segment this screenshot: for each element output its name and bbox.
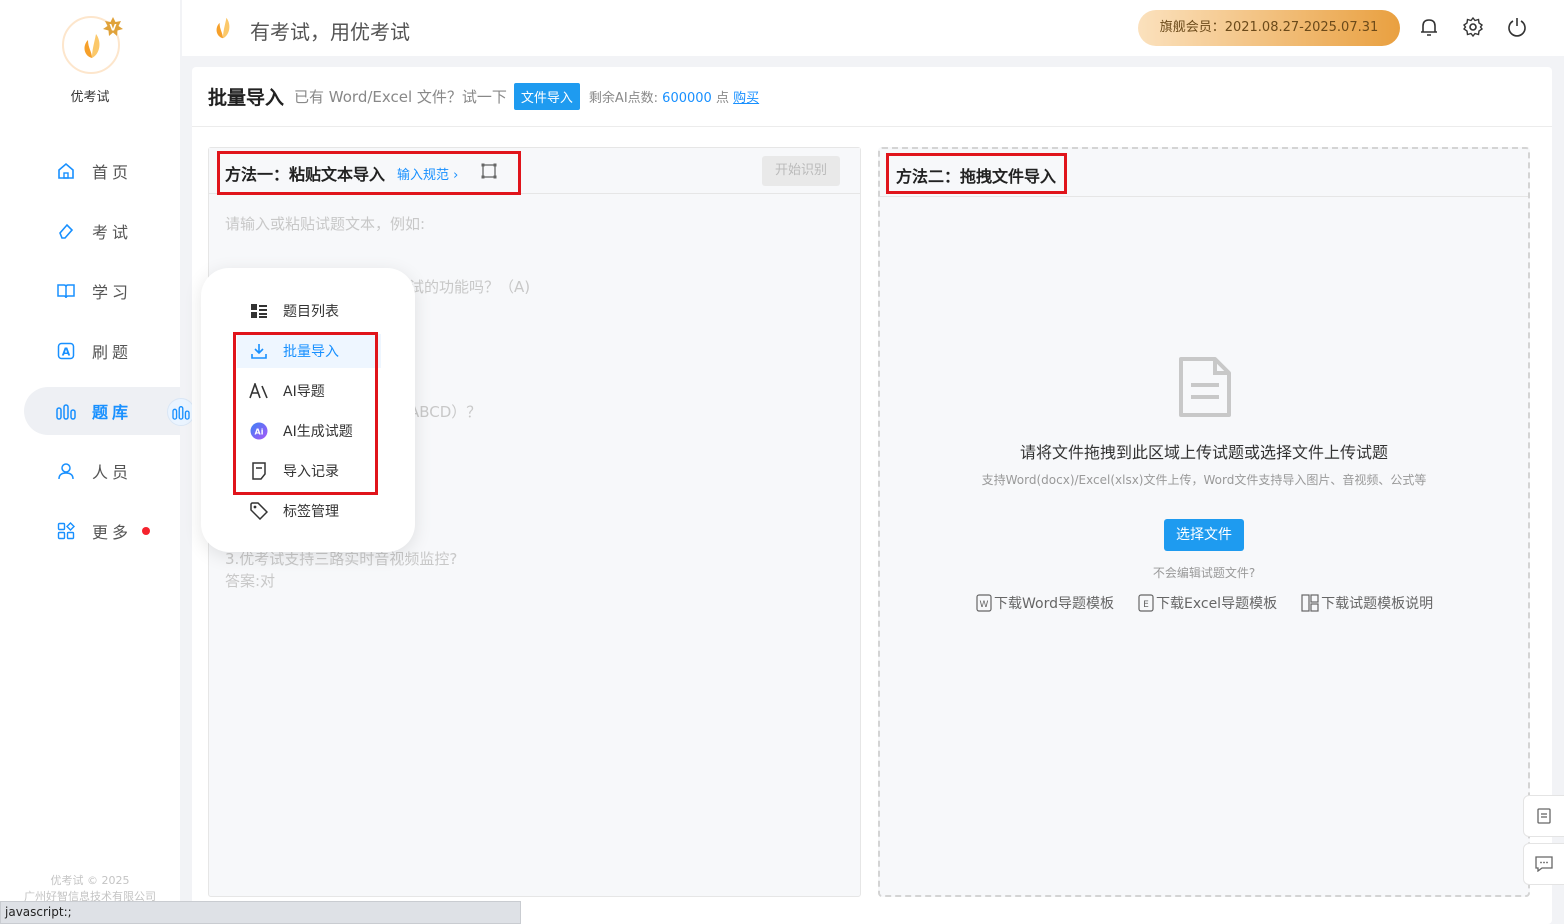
svg-text:A: A [62,346,71,359]
sidebar-item-label: 学习 [92,283,133,302]
sidebar-item-label: 刷题 [92,343,133,362]
supported-formats: 支持Word(docx)/Excel(xlsx)文件上传，Word文件支持导入图… [981,473,1427,487]
placeholder-line: ABCD）？ [409,403,482,421]
page-title: 批量导入 [208,87,285,109]
notification-dot [142,527,151,535]
help-text: 不会编辑试题文件? [1152,566,1256,580]
drop-instruction: 请将文件拖拽到此区域上传试题或选择文件上传试题 [1019,443,1388,462]
svg-text:V: V [110,24,117,34]
sidebar-item-more[interactable]: 更多 [24,507,180,555]
leaf-logo-icon [84,34,100,58]
leaf-logo-icon [216,17,230,39]
bar-chart-icon [56,401,76,421]
letter-a-icon: A [56,341,76,361]
apps-icon [56,521,76,541]
ai-points-label: 剩余AI点数: [588,91,659,106]
ai-points-unit: 点 [715,91,729,106]
sidebar-item-label: 更多 [92,523,133,542]
layout-icon [1301,594,1319,612]
sidebar-item-label: 题库 [92,403,133,422]
chat-icon [1535,856,1553,872]
sidebar-item-exam[interactable]: 考试 [24,207,180,255]
feedback-button[interactable] [1523,795,1564,837]
membership-badge[interactable]: 旗舰会员：2021.08.27-2025.07.31 [1138,10,1400,46]
document-icon [1537,808,1551,824]
highlight-method1 [217,151,521,195]
sidebar-item-people[interactable]: 人员 [24,447,180,495]
sidebar-item-label: 人员 [92,463,133,482]
highlight-method2 [886,153,1067,194]
app-logo[interactable]: V [62,16,123,74]
buy-link[interactable]: 购买 [733,91,759,106]
app-name: 优考试 [70,90,110,105]
page-hint: 已有 Word/Excel 文件？试一下 [294,88,507,106]
svg-text:E: E [1143,600,1149,610]
sidebar-item-study[interactable]: 学习 [24,267,180,315]
sidebar-item-question-bank[interactable]: 题库 [24,387,180,435]
tag-icon [249,501,269,521]
power-icon[interactable] [1506,16,1528,38]
link-label: 下载Excel导题模板 [1155,596,1278,612]
chat-button[interactable] [1523,843,1564,885]
page-header: 批量导入 已有 Word/Excel 文件？试一下 文件导入 剩余AI点数: 6… [192,67,1552,127]
sidebar-item-label: 首页 [92,163,133,182]
link-label: 下载Word导题模板 [994,596,1114,612]
select-file-button[interactable]: 选择文件 [1164,519,1244,551]
menu-item-tag-management[interactable]: 标签管理 [237,494,381,528]
placeholder-line: 试的功能吗？（A) [409,278,531,296]
bell-icon[interactable] [1418,16,1440,38]
sidebar-item-home[interactable]: 首页 [24,147,180,195]
menu-label: 标签管理 [283,504,339,520]
file-drop-zone[interactable]: 方法二：拖拽文件导入 请将文件拖拽到此区域上传试题或选择文件上传试题 支持Wor… [878,147,1530,897]
menu-item-question-list[interactable]: 题目列表 [237,294,381,328]
template-links: W 下载Word导题模板 E 下载Excel导题模板 下载试题模板说明 [976,593,1433,613]
download-excel-template-link[interactable]: E 下载Excel导题模板 [1138,593,1277,613]
placeholder-line: 答案:对 [225,572,276,590]
word-file-icon: W [976,594,992,612]
ai-points-value: 600000 [662,91,712,106]
sidebar: V 优考试 首页 考试 学习 A 刷题 题库 人员 更多 优考试 © 2025 … [0,0,180,924]
excel-file-icon: E [1138,594,1154,612]
list-icon [249,301,269,321]
eraser-icon [56,221,76,241]
book-icon [56,281,76,301]
start-recognition-button[interactable]: 开始识别 [762,156,840,186]
link-label: 下载试题模板说明 [1321,596,1434,612]
sidebar-item-practice[interactable]: A 刷题 [24,327,180,375]
highlight-submenu [233,332,378,495]
footer-copyright: 优考试 © 2025 [50,874,130,887]
download-word-template-link[interactable]: W 下载Word导题模板 [976,593,1114,613]
menu-label: 题目列表 [283,304,339,320]
browser-status-bar: javascript:; [0,901,521,924]
bar-chart-icon [172,406,190,420]
gear-icon[interactable] [1462,16,1484,38]
download-template-guide-link[interactable]: 下载试题模板说明 [1301,593,1433,613]
home-icon [56,161,76,181]
sidebar-item-label: 考试 [92,223,133,242]
svg-text:W: W [980,600,989,610]
sidebar-submenu-toggle[interactable] [167,398,195,426]
ai-points: 剩余AI点数: 600000 点 购买 [589,87,759,106]
document-icon [1179,357,1231,417]
placeholder-line: 请输入或粘贴试题文本，例如: [225,215,426,233]
file-import-button[interactable]: 文件导入 [513,83,580,110]
top-header: 有考试，用优考试 旗舰会员：2021.08.27-2025.07.31 [182,0,1564,56]
slogan: 有考试，用优考试 [250,20,410,44]
user-icon [56,461,76,481]
vip-badge-icon: V [103,17,123,36]
